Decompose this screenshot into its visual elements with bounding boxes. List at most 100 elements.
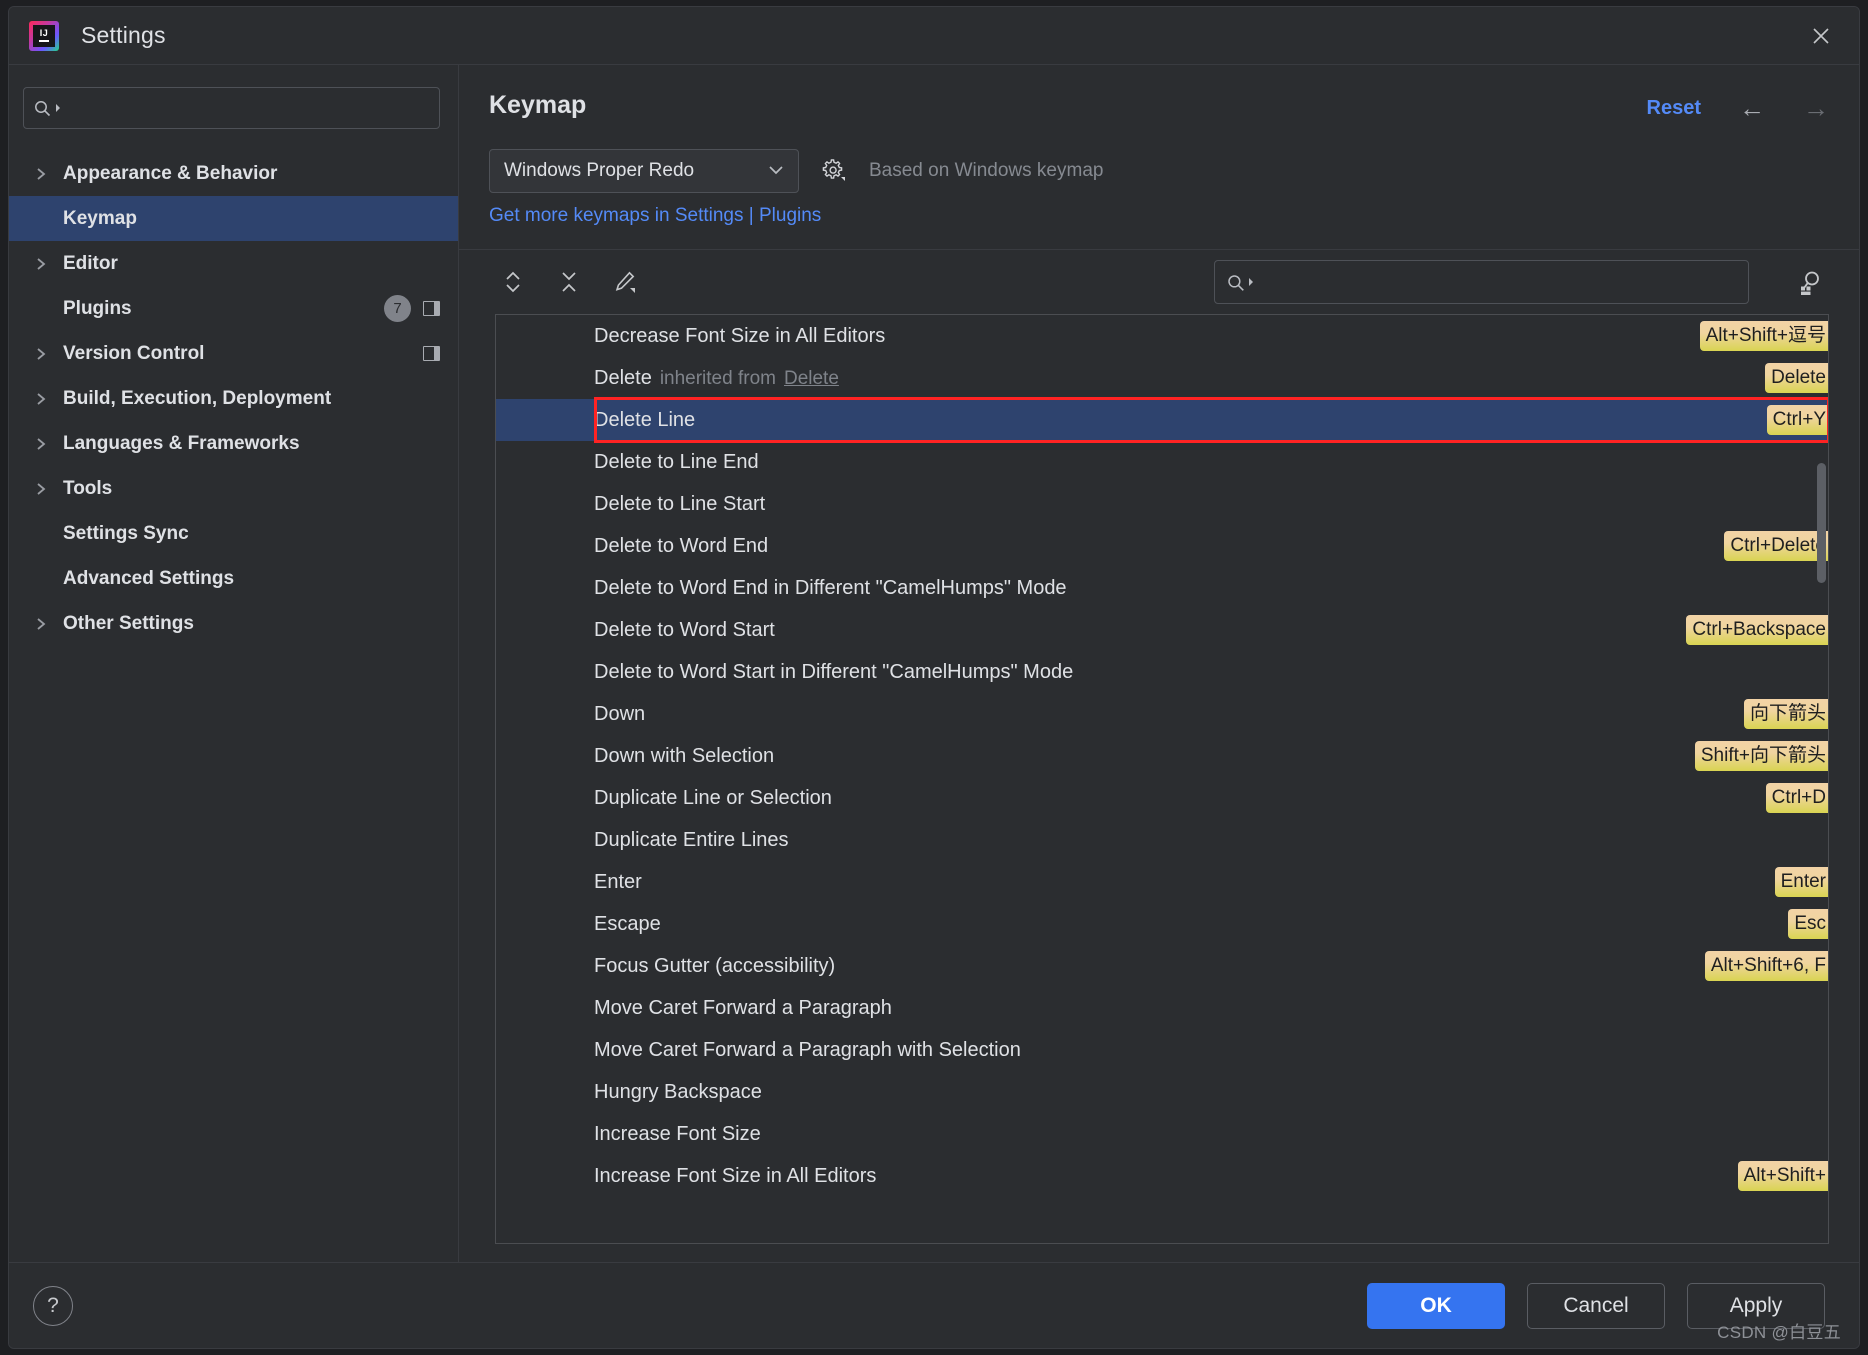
- sidebar-item-appearance-behavior[interactable]: Appearance & Behavior: [9, 151, 458, 196]
- action-label: Increase Font Size in All Editors: [594, 1164, 877, 1187]
- keymap-select[interactable]: Windows Proper Redo: [489, 149, 799, 193]
- get-more-keymaps-link[interactable]: Get more keymaps in Settings | Plugins: [459, 193, 1859, 227]
- collapse-all-icon[interactable]: [551, 264, 587, 300]
- table-row[interactable]: Delete to Word End in Different "CamelHu…: [496, 567, 1828, 609]
- sidebar-item-plugins[interactable]: Plugins 7: [9, 286, 458, 331]
- shortcut-badge[interactable]: Alt+Shift+逗号: [1699, 321, 1828, 351]
- table-row[interactable]: Delete to Word Start in Different "Camel…: [496, 651, 1828, 693]
- action-label: Down: [594, 702, 646, 725]
- table-row[interactable]: Hungry Backspace: [496, 1071, 1828, 1113]
- find-by-shortcut-icon[interactable]: [1791, 263, 1829, 301]
- action-name: Delete to Word End: [594, 535, 768, 558]
- row-gutter: [496, 735, 594, 777]
- search-icon: [34, 100, 51, 117]
- keymap-list[interactable]: Decrease Font Size in All Editors Alt+Shi…: [496, 315, 1828, 1243]
- shortcut-badge[interactable]: Ctrl+Y: [1766, 405, 1828, 435]
- shortcut-badge[interactable]: Ctrl+Delete: [1724, 531, 1828, 561]
- shortcut-badge[interactable]: Shift+向下箭头: [1694, 741, 1828, 771]
- table-row[interactable]: Escape Esc: [496, 903, 1828, 945]
- table-row[interactable]: Increase Font Size: [496, 1113, 1828, 1155]
- chevron-right-icon[interactable]: [35, 436, 55, 452]
- action-label: Down with Selection: [594, 744, 775, 767]
- chevron-right-icon[interactable]: [35, 616, 55, 632]
- title-bar: IJ Settings: [9, 7, 1859, 65]
- gear-icon[interactable]: [817, 154, 851, 188]
- action-label: Delete to Word End: [594, 534, 769, 557]
- sidebar-item-languages-frameworks[interactable]: Languages & Frameworks: [9, 421, 458, 466]
- plugins-count-badge: 7: [384, 295, 411, 322]
- reset-button[interactable]: Reset: [1647, 97, 1701, 120]
- edit-pencil-icon[interactable]: [607, 264, 643, 300]
- panel-toggle-icon[interactable]: [423, 301, 440, 316]
- intellij-logo-icon: IJ: [29, 20, 59, 51]
- cancel-button[interactable]: Cancel: [1527, 1282, 1665, 1329]
- table-row[interactable]: Down 向下箭头: [496, 693, 1828, 735]
- shortcut-badge[interactable]: Ctrl+D: [1765, 783, 1828, 813]
- table-row[interactable]: Delete to Line End: [496, 441, 1828, 483]
- row-gutter: [496, 987, 594, 1029]
- close-icon[interactable]: [1801, 16, 1841, 56]
- sidebar-item-settings-sync[interactable]: Settings Sync: [9, 511, 458, 556]
- vertical-scrollbar[interactable]: [1817, 463, 1826, 583]
- chevron-right-icon[interactable]: [35, 256, 55, 272]
- back-arrow-icon[interactable]: ←: [1739, 95, 1765, 121]
- sidebar-search-box[interactable]: [23, 87, 440, 129]
- sidebar-item-label: Languages & Frameworks: [63, 432, 300, 454]
- table-row[interactable]: Move Caret Forward a Paragraph with Sele…: [496, 1029, 1828, 1071]
- table-row[interactable]: Delete to Word End Ctrl+Delete: [496, 525, 1828, 567]
- table-row[interactable]: Increase Font Size in All Editors Alt+Shi…: [496, 1155, 1828, 1197]
- table-row[interactable]: Down with Selection Shift+向下箭头: [496, 735, 1828, 777]
- search-dropdown-icon[interactable]: [1249, 278, 1253, 286]
- keymap-search-input[interactable]: [1258, 272, 1736, 292]
- chevron-right-icon[interactable]: [35, 481, 55, 497]
- expand-all-icon[interactable]: [495, 264, 531, 300]
- table-row[interactable]: Duplicate Line or Selection Ctrl+D: [496, 777, 1828, 819]
- sidebar-item-label: Appearance & Behavior: [63, 162, 278, 184]
- sidebar-item-advanced-settings[interactable]: Advanced Settings: [9, 556, 458, 601]
- search-dropdown-icon[interactable]: [56, 104, 60, 112]
- action-label: Move Caret Forward a Paragraph with Sele…: [594, 1038, 1021, 1061]
- chevron-right-icon[interactable]: [35, 346, 55, 362]
- sidebar-item-label: Editor: [63, 252, 118, 274]
- shortcut-badge[interactable]: Esc: [1788, 909, 1828, 939]
- chevron-right-icon[interactable]: [35, 166, 55, 182]
- shortcut-badge[interactable]: Alt+Shift+6, F: [1704, 951, 1828, 981]
- table-row[interactable]: Delete Line Ctrl+Y: [496, 399, 1828, 441]
- sidebar-item-editor[interactable]: Editor: [9, 241, 458, 286]
- row-gutter: [496, 609, 594, 651]
- help-icon[interactable]: ?: [33, 1285, 73, 1326]
- keymap-panel: Keymap Reset ← → Windows Proper Redo Bas…: [458, 65, 1859, 1262]
- keymap-search-box[interactable]: [1214, 260, 1749, 304]
- sidebar-item-other-settings[interactable]: Other Settings: [9, 601, 458, 646]
- action-name: Delete Line: [594, 409, 695, 432]
- table-row[interactable]: Decrease Font Size in All Editors Alt+Shi…: [496, 315, 1828, 357]
- chevron-right-icon[interactable]: [35, 391, 55, 407]
- shortcut-badge[interactable]: Ctrl+Backspace: [1686, 615, 1828, 645]
- table-row[interactable]: Delete inherited from Delete Delete: [496, 357, 1828, 399]
- sidebar-item-version-control[interactable]: Version Control: [9, 331, 458, 376]
- sidebar-item-build-execution-deployment[interactable]: Build, Execution, Deployment: [9, 376, 458, 421]
- sidebar-search-input[interactable]: [65, 99, 429, 117]
- action-name: Focus Gutter (accessibility): [594, 955, 835, 978]
- watermark: CSDN @白豆五: [1717, 1323, 1841, 1342]
- shortcut-badge[interactable]: 向下箭头: [1743, 699, 1828, 729]
- row-gutter: [496, 861, 594, 903]
- shortcut-badge[interactable]: Delete: [1765, 363, 1828, 393]
- table-row[interactable]: Delete to Line Start: [496, 483, 1828, 525]
- sidebar-item-keymap[interactable]: Keymap: [9, 196, 458, 241]
- sidebar-item-accessories: 7: [384, 295, 440, 322]
- panel-toggle-icon[interactable]: [423, 346, 440, 361]
- table-row[interactable]: Move Caret Forward a Paragraph: [496, 987, 1828, 1029]
- table-row[interactable]: Delete to Word Start Ctrl+Backspace: [496, 609, 1828, 651]
- forward-arrow-icon[interactable]: →: [1803, 95, 1829, 121]
- table-row[interactable]: Enter Enter: [496, 861, 1828, 903]
- table-row[interactable]: Duplicate Entire Lines: [496, 819, 1828, 861]
- shortcut-badge[interactable]: Enter: [1774, 867, 1828, 897]
- dialog-body: Appearance & Behavior Keymap Editor Plugins…: [9, 65, 1859, 1262]
- sidebar-item-tools[interactable]: Tools: [9, 466, 458, 511]
- ok-button[interactable]: OK: [1367, 1282, 1505, 1329]
- row-gutter: [496, 1029, 594, 1071]
- inherited-from-link[interactable]: Delete: [784, 368, 839, 390]
- table-row[interactable]: Focus Gutter (accessibility) Alt+Shift+6,…: [496, 945, 1828, 987]
- shortcut-badge[interactable]: Alt+Shift+: [1737, 1161, 1828, 1191]
